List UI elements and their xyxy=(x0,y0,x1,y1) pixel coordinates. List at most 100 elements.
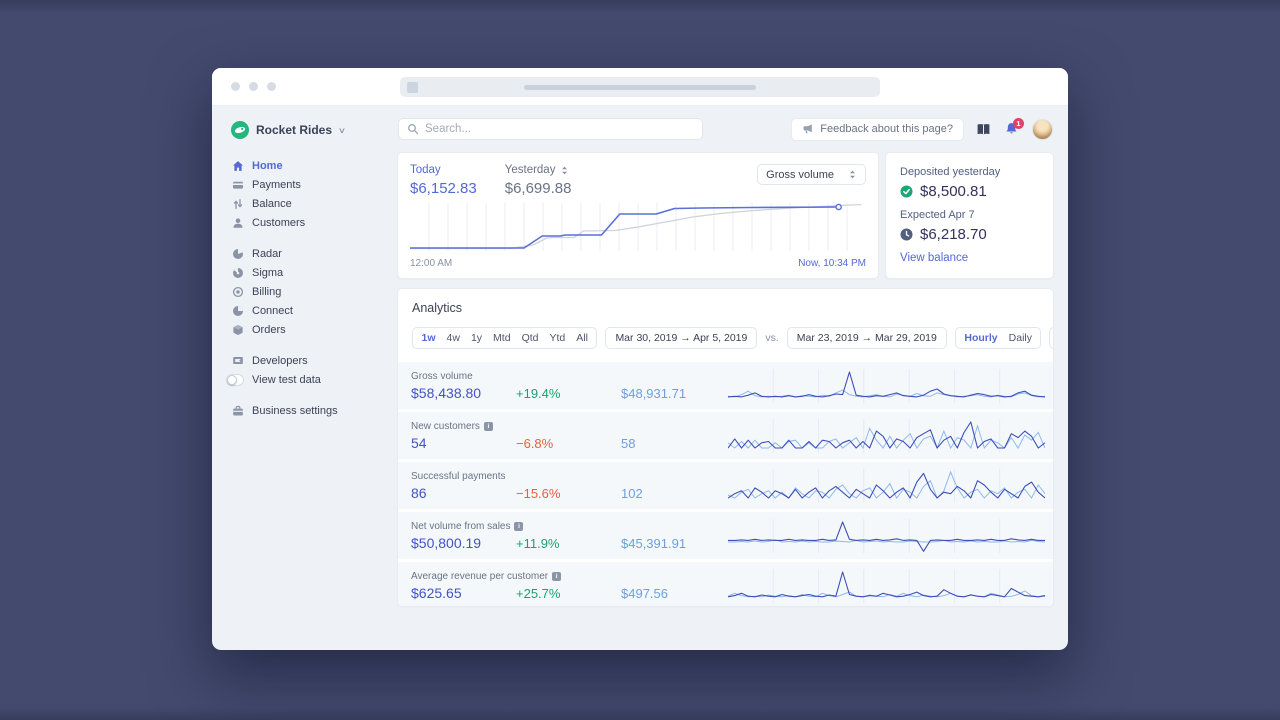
period-option-ytd[interactable]: Ytd xyxy=(544,332,571,344)
period-option-4w[interactable]: 4w xyxy=(441,332,465,344)
sidebar-item-balance[interactable]: Balance xyxy=(231,194,398,213)
axis-now-label: Now, 10:34 PM xyxy=(798,258,866,269)
metric-row-gross-volume[interactable]: Gross volume $58,438.80 +19.4% $48,931.71 xyxy=(398,362,1053,409)
customize-button[interactable]: ⚙ Customize xyxy=(1049,327,1053,349)
sidebar-item-home[interactable]: Home xyxy=(231,156,398,175)
window-control-dot[interactable] xyxy=(267,82,276,91)
browser-chrome-bar xyxy=(212,68,1068,106)
sidebar-item-label: Connect xyxy=(252,304,293,317)
sidebar-item-label: Developers xyxy=(252,354,308,367)
feedback-button[interactable]: Feedback about this page? xyxy=(792,118,963,140)
previous-date-range-button[interactable]: Mar 23, 2019 → Mar 29, 2019 xyxy=(786,327,947,349)
window-control-dot[interactable] xyxy=(249,82,258,91)
granularity-option-hourly[interactable]: Hourly xyxy=(959,332,1003,344)
search-box[interactable] xyxy=(398,118,703,140)
account-switcher[interactable]: Rocket Rides ∨ xyxy=(231,119,398,141)
period-option-all[interactable]: All xyxy=(571,332,594,344)
clock-icon xyxy=(900,228,913,241)
sidebar-item-payments[interactable]: Payments xyxy=(231,175,398,194)
metric-current-value: $58,438.80 xyxy=(411,384,482,401)
sidebar-item-customers[interactable]: Customers xyxy=(231,213,398,232)
today-vs-yesterday-line-chart xyxy=(410,203,862,251)
sidebar-nav: Home Payments Balance Customers Radar Sigma Bi… xyxy=(226,156,398,420)
metric-label-text: Gross volume xyxy=(411,370,473,382)
avatar[interactable] xyxy=(1032,118,1053,140)
sidebar-item-sigma[interactable]: Sigma xyxy=(231,263,398,282)
deposited-value: $8,500.81 xyxy=(920,183,987,200)
feedback-label: Feedback about this page? xyxy=(820,123,953,135)
today-card-header: Today $6,152.83 Yesterday $6,699.88 Gros… xyxy=(410,164,866,197)
test-data-toggle[interactable] xyxy=(226,373,244,386)
sidebar-item-connect[interactable]: Connect xyxy=(231,301,398,320)
sidebar-group: Home Payments Balance Customers xyxy=(231,156,398,232)
metric-sparkline xyxy=(728,518,1045,554)
sidebar-item-label: Business settings xyxy=(252,404,338,417)
today-label: Today xyxy=(410,164,441,176)
sidebar-group: Radar Sigma Billing Connect Orders xyxy=(231,244,398,339)
window-controls[interactable] xyxy=(231,82,276,91)
updown-chevrons-icon xyxy=(850,170,855,179)
sidebar-item-view-test-data[interactable]: View test data xyxy=(226,370,398,389)
business-settings-icon xyxy=(231,405,244,417)
info-icon[interactable]: i xyxy=(483,421,493,431)
app-body: Rocket Rides ∨ Home Payments Balance Custom… xyxy=(212,106,1068,649)
balance-icon xyxy=(231,198,244,210)
metric-current-value: $625.65 xyxy=(411,584,462,601)
sidebar-item-radar[interactable]: Radar xyxy=(231,244,398,263)
metric-sparkline xyxy=(728,468,1045,504)
balance-card: Deposited yesterday $8,500.81 Expected A… xyxy=(886,153,1053,278)
toggle-track[interactable] xyxy=(226,373,244,386)
metric-change-up: +25.7% xyxy=(516,585,561,601)
site-favicon xyxy=(407,81,418,93)
sidebar-group: Business settings xyxy=(231,401,398,420)
period-option-1w[interactable]: 1w xyxy=(416,332,441,344)
billing-icon xyxy=(231,286,244,298)
app-header: Feedback about this page? xyxy=(398,118,1053,140)
metric-label: Successful payments xyxy=(411,471,728,482)
window-control-dot[interactable] xyxy=(231,82,240,91)
customers-icon xyxy=(231,217,244,229)
metric-select-dropdown[interactable]: Gross volume xyxy=(757,164,866,185)
metric-previous-value: 102 xyxy=(621,485,643,501)
today-volume-card: Today $6,152.83 Yesterday $6,699.88 Gros… xyxy=(398,153,878,278)
sidebar-item-orders[interactable]: Orders xyxy=(231,320,398,339)
axis-start-label: 12:00 AM xyxy=(410,258,453,269)
docs-button[interactable] xyxy=(976,123,991,136)
info-icon[interactable]: i xyxy=(552,571,562,581)
sidebar-item-label: Balance xyxy=(252,197,292,210)
granularity-option-daily[interactable]: Daily xyxy=(1003,332,1037,344)
metric-previous-value: $45,391.91 xyxy=(621,535,687,551)
sidebar-item-billing[interactable]: Billing xyxy=(231,282,398,301)
view-balance-link[interactable]: View balance xyxy=(900,252,1039,264)
metric-change-up: +19.4% xyxy=(516,385,561,401)
period-option-mtd[interactable]: Mtd xyxy=(488,332,517,344)
period-option-1y[interactable]: 1y xyxy=(465,332,487,344)
connect-icon xyxy=(231,305,244,317)
sidebar-item-developers[interactable]: Developers xyxy=(231,351,398,370)
notifications-button[interactable]: 1 xyxy=(1004,118,1024,136)
metric-label-text: Net volume from sales xyxy=(411,520,511,532)
metric-row-new-customers[interactable]: New customers i 54 −6.8% 58 xyxy=(398,412,1053,459)
sidebar-item-business-settings[interactable]: Business settings xyxy=(231,401,398,420)
metric-row-average-revenue-per-customer[interactable]: Average revenue per customer i $625.65 +25.… xyxy=(398,562,1053,606)
address-bar[interactable] xyxy=(400,77,880,97)
rocket-rides-logo-icon xyxy=(231,121,249,139)
sidebar-group: Developers View test data xyxy=(226,351,398,389)
sidebar-item-label: Sigma xyxy=(252,266,284,279)
top-cards-row: Today $6,152.83 Yesterday $6,699.88 Gros… xyxy=(398,153,1053,278)
metric-current-value: $50,800.19 xyxy=(411,534,482,551)
metric-row-net-volume-from-sales[interactable]: Net volume from sales i $50,800.19 +11.9% $4… xyxy=(398,512,1053,559)
current-date-range-button[interactable]: Mar 30, 2019 → Apr 5, 2019 xyxy=(605,327,758,349)
metric-values: $58,438.80 +19.4% $48,931.71 xyxy=(411,385,728,401)
period-selector: 1w 4w 1y Mtd Qtd Ytd All xyxy=(412,327,598,349)
info-icon[interactable]: i xyxy=(514,521,524,531)
metric-current-value: 54 xyxy=(411,434,427,451)
metric-previous-value: $48,931.71 xyxy=(621,385,687,401)
yesterday-value: $6,699.88 xyxy=(504,180,572,197)
metric-change-down: −15.6% xyxy=(516,485,561,501)
comparison-select[interactable]: Yesterday xyxy=(505,164,572,176)
period-option-qtd[interactable]: Qtd xyxy=(516,332,544,344)
search-input[interactable] xyxy=(425,123,694,135)
analytics-card: Analytics 1w 4w 1y Mtd Qtd Ytd All Mar 30, 201… xyxy=(398,289,1053,606)
metric-row-successful-payments[interactable]: Successful payments 86 −15.6% 102 xyxy=(398,462,1053,509)
